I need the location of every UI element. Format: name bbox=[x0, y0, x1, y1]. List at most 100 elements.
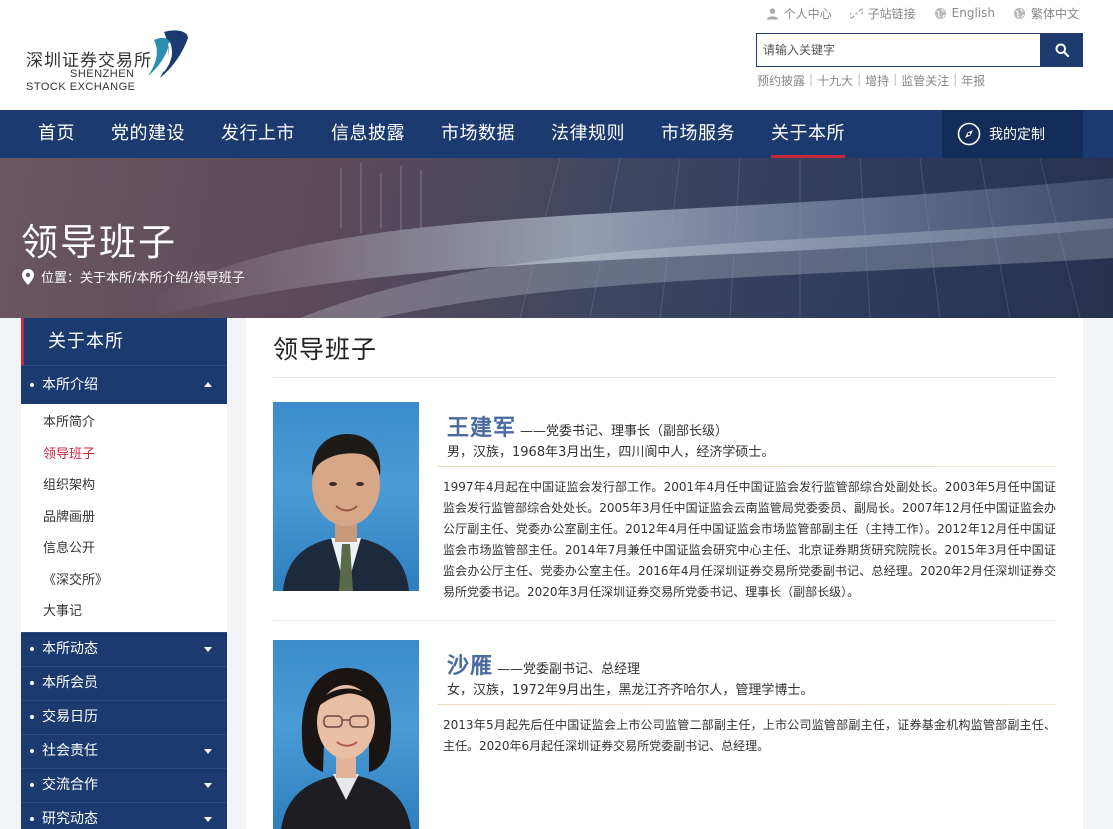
page-title: 领导班子 bbox=[21, 221, 177, 264]
main-content: 领导班子 王建军 ——党委书记、理事长（副部长级） 男，汉族，1968年3月出生… bbox=[246, 318, 1083, 829]
sidebar-section-about-intro[interactable]: 本所介绍 bbox=[21, 365, 227, 404]
sidebar-section-label: 交流合作 bbox=[42, 776, 98, 793]
sidebar-section-trading-calendar[interactable]: 交易日历 bbox=[21, 699, 227, 734]
toplink-substation-links[interactable]: 子站链接 bbox=[849, 4, 916, 22]
sidebar-submenu: 本所简介 领导班子 组织架构 品牌画册 信息公开 《深交所》 大事记 bbox=[21, 404, 227, 632]
toplink-english[interactable]: English bbox=[934, 4, 995, 22]
main-nav: 首页 党的建设 发行上市 信息披露 市场数据 法律规则 市场服务 关于本所 我的… bbox=[0, 110, 1113, 158]
breadcrumb-text: 位置：关于本所/本所介绍/领导班子 bbox=[41, 271, 245, 286]
hotword-link[interactable]: 年报 bbox=[961, 72, 985, 89]
sidebar-item-leadership[interactable]: 领导班子 bbox=[21, 439, 227, 471]
sidebar-item-info-disclosure[interactable]: 信息公开 bbox=[21, 533, 227, 565]
leader-name-row: 王建军 ——党委书记、理事长（副部长级） bbox=[447, 410, 728, 442]
leader-biography: 2013年5月起先后任中国证监会上市公司监管二部副主任，上市公司监管部副主任，证… bbox=[443, 718, 1056, 753]
hotword-separator: | bbox=[809, 72, 814, 86]
leader-photo bbox=[273, 640, 419, 829]
leader-name-row: 沙雁 ——党委副书记、总经理 bbox=[447, 648, 640, 680]
person-icon bbox=[766, 7, 778, 20]
sidebar-section-label: 交易日历 bbox=[42, 708, 98, 725]
nav-item-home[interactable]: 首页 bbox=[20, 110, 93, 158]
hotword-separator: | bbox=[953, 72, 958, 86]
nav-items: 首页 党的建设 发行上市 信息披露 市场数据 法律规则 市场服务 关于本所 bbox=[20, 110, 863, 158]
sidebar-section-label: 社会责任 bbox=[42, 742, 98, 759]
search-icon bbox=[1055, 43, 1069, 57]
search-button[interactable] bbox=[1040, 33, 1083, 67]
site-header: 深圳证券交易所 SHENZHEN STOCK EXCHANGE 个人中心 子站链… bbox=[0, 0, 1113, 110]
sidebar-header: 关于本所 bbox=[21, 318, 227, 365]
sidebar-section-label: 本所动态 bbox=[42, 640, 98, 657]
page-banner: 领导班子 位置：关于本所/本所介绍/领导班子 bbox=[0, 158, 1113, 318]
globe-icon bbox=[934, 7, 946, 19]
toplink-personal-center[interactable]: 个人中心 bbox=[766, 4, 832, 22]
bullet-icon bbox=[30, 714, 34, 719]
bullet-icon bbox=[30, 383, 34, 387]
nav-item-market-services[interactable]: 市场服务 bbox=[643, 110, 753, 158]
sidebar-section-label: 研究动态 bbox=[42, 810, 98, 827]
nav-item-disclosure[interactable]: 信息披露 bbox=[313, 110, 423, 158]
hotword-link[interactable]: 监管关注 bbox=[901, 72, 949, 89]
location-pin-icon bbox=[22, 268, 34, 285]
sidebar-item-profile[interactable]: 本所简介 bbox=[21, 407, 227, 439]
search-bar bbox=[756, 33, 1083, 67]
hotword-link[interactable]: 预约披露 bbox=[757, 72, 805, 89]
sidebar-item-szse-magazine[interactable]: 《深交所》 bbox=[21, 565, 227, 597]
nav-item-party-building[interactable]: 党的建设 bbox=[93, 110, 203, 158]
hotword-link[interactable]: 增持 bbox=[865, 72, 889, 89]
search-input[interactable] bbox=[756, 33, 1040, 67]
sidebar-item-organization[interactable]: 组织架构 bbox=[21, 470, 227, 502]
bullet-icon bbox=[30, 748, 34, 753]
hot-keywords: 预约披露 | 十九大 | 增持 | 监管关注 | 年报 bbox=[757, 72, 985, 89]
globe-icon bbox=[1013, 7, 1026, 19]
hotword-link[interactable]: 十九大 bbox=[817, 72, 853, 89]
toplink-label: 繁体中文 bbox=[1030, 6, 1079, 21]
sidebar-item-brand-album[interactable]: 品牌画册 bbox=[21, 502, 227, 534]
sidebar-section-research[interactable]: 研究动态 bbox=[21, 801, 227, 829]
leader-card: 王建军 ——党委书记、理事长（副部长级） 男，汉族，1968年3月出生，四川阆中… bbox=[273, 402, 1056, 602]
leader-name: 王建军 bbox=[447, 416, 517, 441]
nav-item-about[interactable]: 关于本所 bbox=[753, 110, 863, 158]
leader-basic-info: 女，汉族，1972年9月出生，黑龙江齐齐哈尔人，管理学博士。 bbox=[447, 683, 814, 698]
chevron-up-icon bbox=[204, 382, 212, 387]
nav-item-market-data[interactable]: 市场数据 bbox=[423, 110, 533, 158]
bullet-icon bbox=[30, 646, 34, 651]
szse-logo[interactable]: 深圳证券交易所 SHENZHEN STOCK EXCHANGE bbox=[26, 26, 196, 96]
sidebar-section-cooperation[interactable]: 交流合作 bbox=[21, 767, 227, 802]
leader-photo bbox=[273, 402, 419, 591]
sidebar-section-news[interactable]: 本所动态 bbox=[21, 631, 227, 666]
toplink-label: 个人中心 bbox=[783, 6, 832, 21]
leader-role: ——党委书记、理事长（副部长级） bbox=[520, 424, 729, 439]
toplink-label: 子站链接 bbox=[867, 6, 916, 21]
toplink-label: English bbox=[951, 6, 995, 20]
title-divider bbox=[273, 377, 1056, 378]
top-links: 个人中心 子站链接 English 繁体中文 bbox=[766, 4, 1079, 22]
sidebar-section-label: 本所会员 bbox=[42, 674, 98, 691]
leader-separator bbox=[273, 620, 1056, 621]
leader-info-divider bbox=[438, 704, 1056, 705]
bullet-icon bbox=[30, 816, 34, 821]
sidebar-section-members[interactable]: 本所会员 bbox=[21, 665, 227, 700]
nav-item-rules[interactable]: 法律规则 bbox=[533, 110, 643, 158]
link-icon bbox=[849, 8, 863, 18]
chevron-down-icon bbox=[204, 748, 212, 754]
hotword-separator: | bbox=[893, 72, 898, 86]
sidebar-section-social-responsibility[interactable]: 社会责任 bbox=[21, 733, 227, 768]
logo-en-text-2: STOCK EXCHANGE bbox=[26, 81, 136, 93]
toplink-traditional-chinese[interactable]: 繁体中文 bbox=[1013, 4, 1079, 22]
my-customization-button[interactable]: 我的定制 bbox=[942, 110, 1083, 158]
my-customization-label: 我的定制 bbox=[989, 127, 1045, 143]
portrait-woman-image bbox=[281, 668, 411, 829]
leader-name: 沙雁 bbox=[447, 654, 494, 679]
chevron-down-icon bbox=[204, 646, 212, 652]
breadcrumb: 位置：关于本所/本所介绍/领导班子 bbox=[21, 267, 245, 286]
bullet-icon bbox=[30, 680, 34, 685]
bullet-icon bbox=[30, 782, 34, 787]
leader-biography: 1997年4月起在中国证监会发行部工作。2001年4月任中国证监会发行监管部综合… bbox=[443, 480, 1056, 599]
logo-en-text-1: SHENZHEN bbox=[70, 68, 135, 80]
leader-info-divider bbox=[438, 466, 1056, 467]
sidebar-section-label: 本所介绍 bbox=[42, 377, 98, 393]
leader-role: ——党委副书记、总经理 bbox=[497, 662, 641, 677]
compass-icon bbox=[957, 122, 981, 146]
sidebar-item-milestones[interactable]: 大事记 bbox=[21, 596, 227, 628]
leader-card: 沙雁 ——党委副书记、总经理 女，汉族，1972年9月出生，黑龙江齐齐哈尔人，管… bbox=[273, 640, 1056, 829]
nav-item-listing[interactable]: 发行上市 bbox=[203, 110, 313, 158]
